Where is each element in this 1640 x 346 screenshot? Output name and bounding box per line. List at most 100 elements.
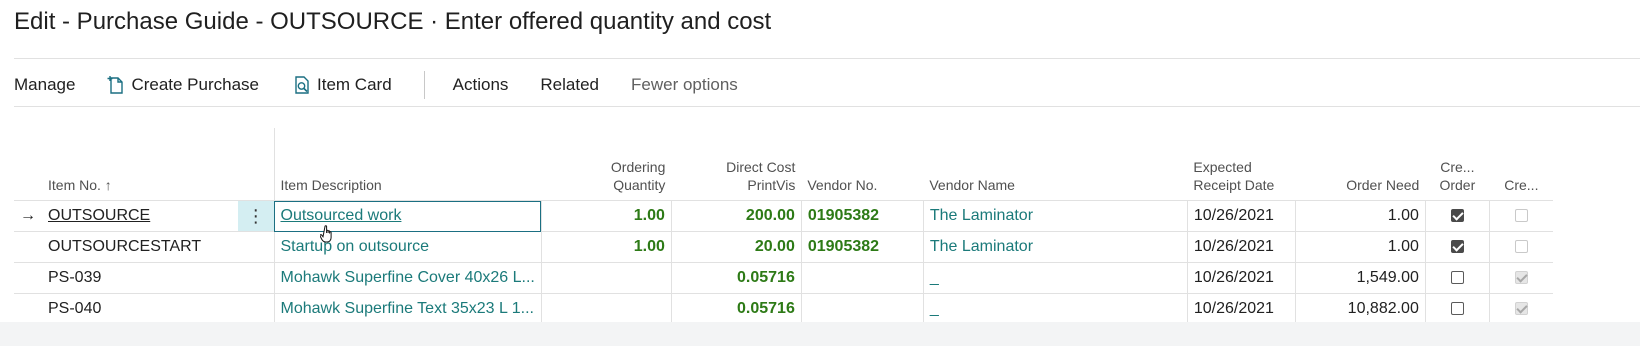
vendor-no-cell[interactable]: 01905382 [800, 231, 924, 263]
item-description-header-label: Item Description [280, 177, 382, 193]
order-need-cell: 1,549.00 [1294, 262, 1426, 294]
actions-menu[interactable]: Actions [453, 75, 509, 95]
expected-receipt-date-cell[interactable]: 10/26/2021 [1186, 262, 1296, 294]
item-card-label: Item Card [317, 75, 392, 94]
ordering-quantity-cell[interactable]: 1.00 [540, 200, 672, 232]
create-purchase-label: Create Purchase [131, 75, 260, 94]
document-search-icon [295, 76, 309, 94]
item-description-cell[interactable]: Mohawk Superfine Cover 40x26 L... [273, 262, 542, 294]
expected-receipt-date-cell[interactable]: 10/26/2021 [1186, 231, 1296, 263]
ordering-quantity-cell[interactable] [540, 293, 672, 325]
create-order-header-line1: Cre... [1440, 159, 1475, 175]
vendor-name-cell[interactable]: The Laminator [922, 200, 1188, 232]
divider [14, 58, 1640, 59]
item-no-cell[interactable]: PS-040 [42, 293, 238, 325]
divider [14, 106, 1640, 107]
item-description-cell[interactable]: Outsourced work [273, 200, 542, 232]
column-header-vendor-no[interactable]: Vendor No. [801, 128, 923, 201]
vendor-no-header-label: Vendor No. [807, 177, 878, 193]
direct-cost-header-line2: PrintVis [747, 177, 796, 193]
table-row[interactable]: → OUTSOURCE ⋮ Outsourced work 1.00 200.0… [14, 200, 1554, 232]
current-row-arrow-icon: → [14, 200, 42, 232]
row-marker [14, 231, 42, 263]
table-row[interactable]: PS-040 Mohawk Superfine Text 35x23 L 1..… [14, 293, 1554, 325]
header-row: Item No. ↑ Item Description Ordering Qua… [14, 128, 1553, 201]
create-other-checkbox-cell [1488, 200, 1554, 232]
item-no-header-label: Item No. [48, 177, 101, 193]
sort-ascending-icon: ↑ [104, 177, 112, 193]
column-header-vendor-name[interactable]: Vendor Name [923, 128, 1187, 201]
page-title: Edit - Purchase Guide - OUTSOURCE · Ente… [14, 8, 772, 35]
create-order-checkbox-cell[interactable] [1424, 262, 1490, 294]
fewer-options-button[interactable]: Fewer options [631, 75, 738, 95]
create-other-header-label: Cre... [1504, 177, 1539, 193]
column-header-create-other[interactable]: Cre... [1489, 128, 1553, 201]
document-new-icon [107, 76, 124, 94]
create-order-checkbox[interactable] [1450, 209, 1464, 223]
direct-cost-cell[interactable]: 0.05716 [670, 262, 802, 294]
vendor-name-cell[interactable]: The Laminator [922, 231, 1188, 263]
order-need-cell: 10,882.00 [1294, 293, 1426, 325]
item-no-cell[interactable]: OUTSOURCESTART [42, 231, 238, 263]
grid-footer-area [0, 322, 1640, 346]
related-menu[interactable]: Related [540, 75, 599, 95]
expected-receipt-date-cell[interactable]: 10/26/2021 [1186, 200, 1296, 232]
expected-receipt-header-line1: Expected [1193, 159, 1252, 175]
order-need-header-label: Order Need [1346, 177, 1420, 193]
direct-cost-cell[interactable]: 200.00 [670, 200, 802, 232]
create-order-checkbox[interactable] [1450, 271, 1464, 285]
vendor-name-cell[interactable]: _ [922, 262, 1188, 294]
item-no-cell[interactable]: OUTSOURCE [42, 200, 238, 232]
expected-receipt-date-cell[interactable]: 10/26/2021 [1186, 293, 1296, 325]
order-need-cell: 1.00 [1294, 231, 1426, 263]
column-header-item-description[interactable]: Item Description [273, 128, 542, 201]
row-marker [14, 262, 42, 294]
vendor-no-cell[interactable]: 01905382 [800, 200, 924, 232]
create-order-checkbox-cell[interactable] [1424, 200, 1490, 232]
ordering-quantity-header-line2: Quantity [613, 177, 666, 193]
column-header-expected-receipt-date[interactable]: Expected Receipt Date [1187, 128, 1295, 201]
create-other-checkbox-cell [1488, 262, 1554, 294]
create-other-checkbox [1515, 240, 1529, 254]
expected-receipt-header-line2: Receipt Date [1193, 177, 1275, 193]
item-description-cell[interactable]: Startup on outsource [273, 231, 542, 263]
create-order-checkbox-cell[interactable] [1424, 293, 1490, 325]
vendor-name-cell[interactable]: _ [922, 293, 1188, 325]
direct-cost-cell[interactable]: 20.00 [670, 231, 802, 263]
table-row[interactable]: OUTSOURCESTART Startup on outsource 1.00… [14, 231, 1554, 263]
create-order-checkbox[interactable] [1450, 302, 1464, 316]
column-header-ordering-quantity[interactable]: Ordering Quantity [541, 128, 671, 201]
order-need-cell: 1.00 [1294, 200, 1426, 232]
item-description-cell[interactable]: Mohawk Superfine Text 35x23 L 1... [273, 293, 542, 325]
column-header-create-order[interactable]: Cre... Order [1425, 128, 1489, 201]
row-actions-menu-icon[interactable]: ⋮ [238, 200, 274, 232]
column-header-order-need[interactable]: Order Need [1295, 128, 1425, 201]
row-marker [14, 293, 42, 325]
table-row[interactable]: PS-039 Mohawk Superfine Cover 40x26 L...… [14, 262, 1554, 294]
column-header-direct-cost[interactable]: Direct Cost PrintVis [671, 128, 801, 201]
row-marker-header [14, 128, 42, 201]
row-actions-cell [238, 293, 274, 325]
manage-label: Manage [14, 75, 76, 94]
ordering-quantity-cell[interactable]: 1.00 [540, 231, 672, 263]
create-order-header-line2: Order [1439, 177, 1476, 193]
ordering-quantity-cell[interactable] [540, 262, 672, 294]
create-other-checkbox-cell [1488, 231, 1554, 263]
fewer-options-label: Fewer options [631, 75, 738, 94]
item-card-button[interactable]: Item Card [293, 75, 392, 95]
vendor-no-cell[interactable] [800, 293, 924, 325]
vendor-no-cell[interactable] [800, 262, 924, 294]
create-purchase-button[interactable]: Create Purchase [107, 75, 259, 95]
action-bar: Manage Create Purchase Item Card Actions… [14, 70, 738, 100]
direct-cost-header-line1: Direct Cost [726, 159, 796, 175]
manage-menu[interactable]: Manage [14, 75, 75, 95]
direct-cost-cell[interactable]: 0.05716 [670, 293, 802, 325]
toolbar-separator [423, 71, 425, 99]
actions-label: Actions [452, 75, 509, 94]
vendor-name-header-label: Vendor Name [929, 177, 1015, 193]
create-order-checkbox[interactable] [1450, 240, 1464, 254]
column-header-item-no[interactable]: Item No. ↑ [42, 128, 238, 201]
item-no-cell[interactable]: PS-039 [42, 262, 238, 294]
create-order-checkbox-cell[interactable] [1424, 231, 1490, 263]
actions-column-header [238, 128, 274, 201]
